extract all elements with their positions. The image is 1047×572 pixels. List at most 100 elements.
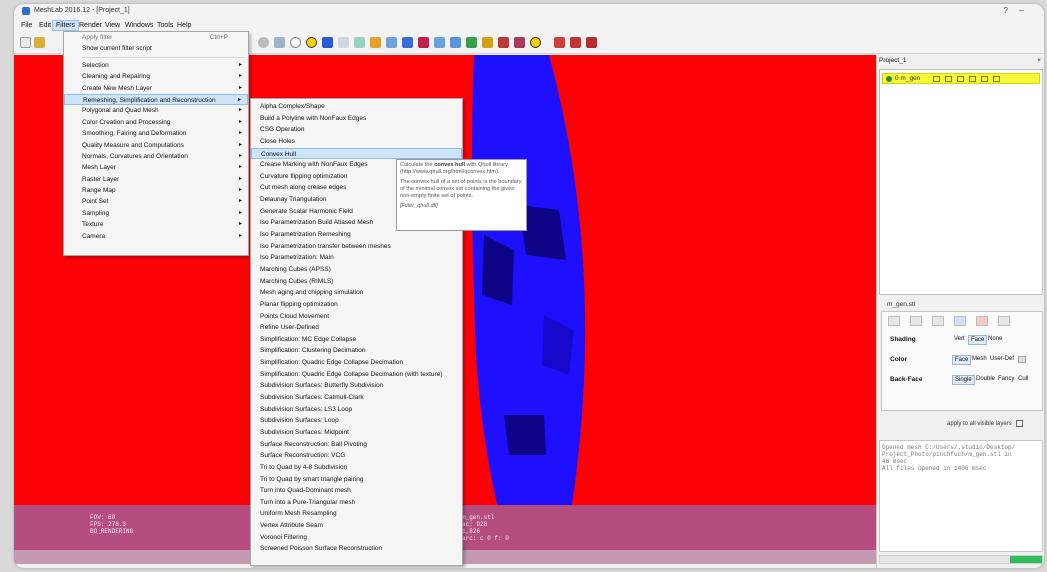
star-icon[interactable] [482,37,493,48]
menu-windows[interactable]: Windows [122,21,156,30]
menu-help[interactable]: Help [174,21,194,30]
show-filter-script-item[interactable]: Show current filter script [64,43,248,54]
wire-icon[interactable] [932,316,944,326]
paint-icon[interactable] [370,37,381,48]
settings-icon[interactable] [998,316,1010,326]
curvature-icon[interactable] [514,37,525,48]
submenu-item[interactable]: Uniform Mesh Resampling [251,508,462,520]
submenu-item[interactable]: Simplification: Clustering Decimation [251,345,462,357]
submenu-item[interactable]: Turn into Quad-Dominant mesh [251,485,462,497]
measure-icon[interactable] [354,37,365,48]
layer-tool-icon[interactable] [945,76,952,82]
submenu-item[interactable]: Points Cloud Movement [251,311,462,323]
texture-render-icon[interactable] [976,316,988,326]
convex-hull-item[interactable]: Convex Hull [251,147,462,160]
segment-icon[interactable] [498,37,509,48]
shading-none-option[interactable]: None [986,335,1004,343]
minimize-icon[interactable]: – [1019,5,1024,15]
menu-create-layer[interactable]: Create New Mesh Layer ▸ [64,83,248,94]
shading-face-option[interactable]: Face [968,335,988,345]
info-icon[interactable] [530,37,541,48]
submenu-item[interactable]: Subdivision Surfaces: Catmull-Clark [251,392,462,404]
submenu-item[interactable]: Iso Parametrization transfer between mes… [251,241,462,253]
delete-selection-icon[interactable] [586,37,597,48]
new-project-icon[interactable] [20,37,31,48]
menu-color[interactable]: Color Creation and Processing ▸ [64,117,248,128]
submenu-item[interactable]: Planar flipping optimization [251,299,462,311]
submenu-item[interactable]: Tri to Quad by 4-8 Subdivision [251,462,462,474]
layer-list[interactable]: 0 m_gen [879,69,1043,295]
backface-fancy-option[interactable]: Fancy [996,375,1016,383]
points-icon[interactable] [910,316,922,326]
menu-cleaning[interactable]: Cleaning and Repairing ▸ [64,71,248,82]
pickpoints-icon[interactable] [402,37,413,48]
submenu-item[interactable]: CSG Operation [251,124,462,136]
delete-faces-icon[interactable] [554,37,565,48]
backface-cull-option[interactable]: Cull [1016,375,1030,383]
menu-file[interactable]: File [18,21,35,30]
layer-tool-icon[interactable] [933,76,940,82]
submenu-item[interactable]: Vertex Attribute Seam [251,520,462,532]
submenu-item[interactable]: Close Holes [251,136,462,148]
trackball-icon[interactable] [290,37,301,48]
apply-filter-item[interactable]: Apply filter Ctrl+P [64,32,248,43]
submenu-item[interactable]: Marching Cubes (APSS) [251,264,462,276]
submenu-item[interactable]: Simplification: Quadric Edge Collapse De… [251,357,462,369]
menu-quality[interactable]: Quality Measure and Computations ▸ [64,140,248,151]
menu-raster-layer[interactable]: Raster Layer ▸ [64,174,248,185]
submenu-item[interactable]: Marching Cubes (RIMLS) [251,276,462,288]
menu-mesh-layer[interactable]: Mesh Layer ▸ [64,162,248,173]
light-icon[interactable] [258,37,269,48]
submenu-item[interactable]: Refine User-Defined [251,322,462,334]
color-swatch[interactable] [1018,356,1026,363]
submenu-item[interactable]: Subdivision Surfaces: Butterfly Subdivis… [251,380,462,392]
color-userdef-option[interactable]: User-Def [988,355,1016,363]
layer-tool-icon[interactable] [981,76,988,82]
submenu-item[interactable]: Voronoi Filtering [251,532,462,544]
select-faces-icon[interactable] [322,37,333,48]
submenu-item[interactable]: Screened Poisson Surface Reconstruction [251,543,462,555]
submenu-item[interactable]: Alpha Complex/Shape [251,101,462,113]
submenu-item[interactable]: Surface Reconstruction: Ball Pivoting [251,439,462,451]
menu-camera[interactable]: Camera ▸ [64,231,248,242]
manipulator-icon[interactable] [418,37,429,48]
menu-view[interactable]: View [102,21,123,30]
layer-tool-icon[interactable] [993,76,1000,82]
open-project-icon[interactable] [34,37,45,48]
apply-all-checkbox[interactable] [1015,420,1023,427]
bbox-icon[interactable] [888,316,900,326]
menu-filters[interactable]: Filters [52,20,80,31]
texture-icon[interactable] [450,37,461,48]
help-icon[interactable]: ? [1004,6,1008,15]
color-mesh-option[interactable]: Mesh [970,355,989,363]
select-vertices-icon[interactable] [338,37,349,48]
raster-icon[interactable] [434,37,445,48]
backface-single-option[interactable]: Single [952,375,975,385]
submenu-item[interactable]: Mesh aging and chipping simulation [251,287,462,299]
submenu-item[interactable]: Subdivision Surfaces: Midpoint [251,427,462,439]
submenu-item[interactable]: Iso Parametrization: Main [251,252,462,264]
submenu-item[interactable]: Subdivision Surfaces: LS3 Loop [251,404,462,416]
submenu-item[interactable]: Turn into a Pure-Triangular mesh [251,497,462,509]
submenu-item[interactable]: Tri to Quad by smart triangle pairing [251,474,462,486]
menu-range-map[interactable]: Range Map ▸ [64,185,248,196]
submenu-item[interactable]: Subdivision Surfaces: Loop [251,415,462,427]
solid-icon[interactable] [954,316,966,326]
visibility-icon[interactable] [886,76,892,82]
menu-remeshing[interactable]: Remeshing, Simplification and Reconstruc… [64,93,248,106]
submenu-item[interactable]: Simplification: MC Edge Collapse [251,334,462,346]
submenu-item[interactable]: Simplification: Quadric Edge Collapse De… [251,369,462,381]
color-face-option[interactable]: Face [952,355,972,365]
submenu-item[interactable]: Surface Reconstruction: VCG [251,450,462,462]
close-icon[interactable]: × [1037,57,1041,64]
align-icon[interactable] [386,37,397,48]
menu-point-set[interactable]: Point Set ▸ [64,196,248,207]
layer-tool-icon[interactable] [957,76,964,82]
menu-render[interactable]: Render [76,21,105,30]
delete-vertices-icon[interactable] [570,37,581,48]
zoom-icon[interactable] [466,37,477,48]
submenu-item[interactable]: Build a Polyline with NonFaux Edges [251,113,462,125]
shading-vert-option[interactable]: Vert [952,335,967,343]
log-area[interactable]: Opened mesh C:/Users/.studio/Desktop/ Pr… [879,440,1043,552]
menu-normals[interactable]: Normals, Curvatures and Orientation ▸ [64,151,248,162]
